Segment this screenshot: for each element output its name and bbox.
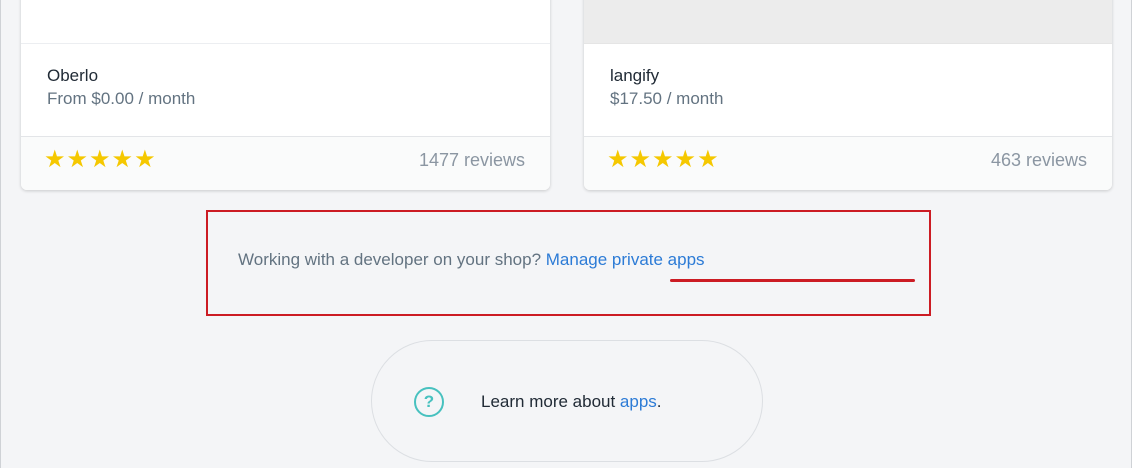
star-icon: ★: [66, 146, 89, 173]
app-price: $17.50 / month: [610, 89, 724, 108]
developer-prompt: Working with a developer on your shop? M…: [238, 250, 705, 270]
star-rating: ★ ★ ★ ★ ★: [607, 148, 719, 172]
app-card-oberlo[interactable]: Oberlo From $0.00 / month ★ ★ ★ ★ ★ 1477…: [21, 0, 550, 190]
question-circle-icon: ?: [414, 387, 444, 417]
app-name: langify: [610, 66, 660, 85]
learn-more-label: Learn more about: [481, 392, 620, 411]
review-count: 1477 reviews: [418, 150, 525, 170]
learn-more-suffix: .: [656, 392, 662, 411]
review-count: 463 reviews: [990, 150, 1087, 170]
star-icon: ★: [697, 146, 719, 173]
learn-more-pill: ? Learn more about apps.: [371, 340, 763, 462]
app-store-page: Oberlo From $0.00 / month ★ ★ ★ ★ ★ 1477…: [0, 0, 1132, 468]
manage-private-apps-link[interactable]: Manage private apps: [546, 250, 705, 269]
learn-more-text: Learn more about apps.: [481, 392, 662, 412]
star-icon: ★: [629, 146, 652, 173]
highlight-underline: [670, 279, 915, 282]
star-icon: ★: [134, 146, 156, 173]
app-name: Oberlo: [47, 66, 99, 85]
app-card-footer: ★ ★ ★ ★ ★ 463 reviews: [584, 136, 1112, 190]
star-icon: ★: [44, 146, 66, 173]
private-apps-highlight-box: Working with a developer on your shop? M…: [206, 210, 931, 316]
app-card-footer: ★ ★ ★ ★ ★ 1477 reviews: [21, 136, 550, 190]
app-card-image: [21, 0, 550, 44]
star-icon: ★: [89, 146, 111, 173]
left-border: [0, 0, 1, 468]
star-icon: ★: [652, 146, 674, 173]
developer-prompt-text: Working with a developer on your shop?: [238, 250, 546, 269]
star-rating: ★ ★ ★ ★ ★: [44, 148, 156, 172]
star-icon: ★: [607, 146, 629, 173]
star-icon: ★: [674, 146, 697, 173]
apps-link[interactable]: apps: [620, 392, 657, 411]
app-price: From $0.00 / month: [47, 89, 196, 108]
star-icon: ★: [111, 146, 134, 173]
app-card-image: [584, 0, 1112, 44]
app-card-langify[interactable]: langify $17.50 / month ★ ★ ★ ★ ★ 463 rev…: [584, 0, 1112, 190]
